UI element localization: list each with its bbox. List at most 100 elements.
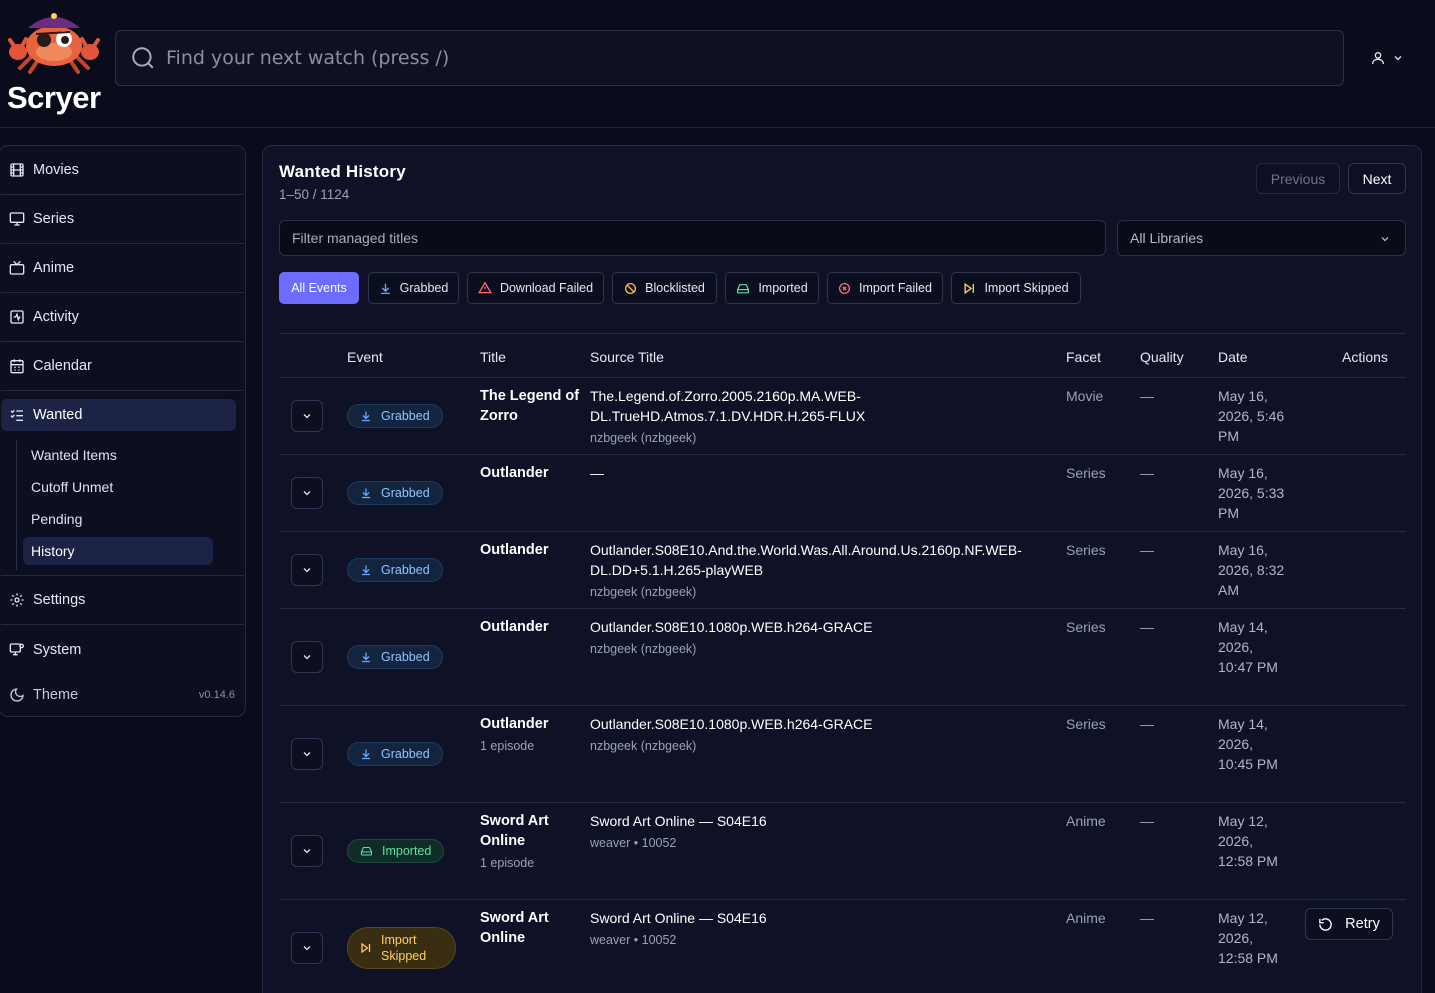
expand-row-button[interactable] [291, 932, 323, 964]
sidebar-item-label: Wanted [33, 407, 83, 423]
column-event[interactable]: Event [347, 349, 383, 365]
row-title[interactable]: Outlander [480, 617, 580, 637]
row-title-text: Outlander [480, 716, 549, 732]
event-badge-import-skipped: Import Skipped [347, 927, 456, 969]
column-quality[interactable]: Quality [1140, 349, 1184, 365]
sidebar-item-settings[interactable]: Settings [1, 576, 244, 625]
expand-row-button[interactable] [291, 641, 323, 673]
source-title-text: Outlander.S08E10.And.the.World.Was.All.A… [590, 542, 1022, 578]
event-badge-grabbed: Grabbed [347, 558, 443, 582]
row-quality: — [1140, 465, 1154, 481]
source-title-text: — [590, 465, 604, 481]
event-label: Import Skipped [381, 933, 427, 963]
library-select-value: All Libraries [1130, 230, 1204, 246]
calendar-icon [9, 358, 25, 374]
event-badge-imported: Imported [347, 839, 445, 863]
source-title-text: Outlander.S08E10.1080p.WEB.h264-GRACE [590, 716, 873, 732]
activity-icon [9, 309, 25, 325]
next-button[interactable]: Next [1348, 163, 1406, 194]
chip-import-failed[interactable]: Import Failed [827, 272, 943, 304]
sidebar-item-wanted[interactable]: Wanted [1, 399, 236, 431]
column-source-title[interactable]: Source Title [590, 349, 664, 365]
event-label: Grabbed [381, 650, 430, 664]
row-title[interactable]: Outlander [480, 540, 580, 560]
row-date: May 14, 2026, 10:45 PM [1218, 716, 1278, 772]
expand-row-button[interactable] [291, 554, 323, 586]
library-select[interactable]: All Libraries [1117, 220, 1406, 256]
rotate-ccw-icon [1319, 917, 1332, 931]
row-title-text: Outlander [480, 542, 549, 558]
subnav-history[interactable]: History [23, 537, 213, 565]
indexer-text: nzbgeek (nzbgeek) [590, 431, 697, 445]
source-title-text: Outlander.S08E10.1080p.WEB.h264-GRACE [590, 619, 873, 635]
chip-label: Grabbed [399, 281, 449, 295]
expand-row-button[interactable] [291, 738, 323, 770]
sidebar-item-activity[interactable]: Activity [1, 293, 244, 342]
chevron-down-icon [303, 752, 311, 757]
chip-import-skipped[interactable]: Import Skipped [951, 272, 1081, 304]
event-label: Grabbed [381, 409, 430, 423]
table-row: Grabbed The Legend of Zorro The.Legend.o… [279, 378, 1406, 455]
row-title-text: Outlander [480, 619, 549, 635]
event-label: Grabbed [381, 486, 430, 500]
source-title-text: Sword Art Online — S04E16 [590, 813, 767, 829]
row-title[interactable]: Outlander 1 episode [480, 714, 580, 756]
monitor-icon [9, 211, 25, 227]
sidebar-item-movies[interactable]: Movies [1, 146, 244, 195]
expand-row-button[interactable] [291, 477, 323, 509]
table-row: Grabbed Outlander — Series — May 16, 202… [279, 455, 1406, 532]
moon-icon [9, 687, 25, 703]
search-icon [132, 47, 154, 69]
table-row: Grabbed Outlander Outlander.S08E10.1080p… [279, 609, 1406, 706]
subnav-pending[interactable]: Pending [23, 505, 213, 533]
row-title-sub: 1 episode [480, 856, 535, 870]
row-title[interactable]: The Legend of Zorro [480, 386, 580, 426]
chip-download-failed[interactable]: Download Failed [467, 272, 604, 304]
download-icon [362, 652, 370, 663]
row-quality: — [1140, 813, 1154, 829]
row-source-title: Outlander.S08E10.And.the.World.Was.All.A… [590, 540, 1050, 602]
event-label: Grabbed [381, 747, 430, 761]
chip-all-events[interactable]: All Events [279, 272, 359, 304]
sidebar: Movies Series Anime Activity Calendar Wa… [0, 145, 246, 717]
search-bar[interactable] [115, 30, 1344, 86]
retry-label: Retry [1345, 916, 1380, 932]
theme-toggle[interactable]: Theme v0.14.6 [1, 676, 244, 714]
row-title[interactable]: Sword Art Online 1 episode [480, 811, 580, 873]
gear-icon [9, 592, 25, 608]
search-input[interactable] [166, 47, 1343, 69]
warning-triangle-icon [477, 281, 492, 295]
row-facet: Anime [1066, 910, 1106, 926]
expand-row-button[interactable] [291, 835, 323, 867]
row-title[interactable]: Outlander [480, 463, 580, 483]
row-source-title: Sword Art Online — S04E16 weaver • 10052 [590, 811, 1050, 853]
download-icon [362, 488, 370, 499]
list-check-icon [9, 407, 25, 423]
user-menu-button[interactable] [1370, 46, 1412, 70]
indexer-text: weaver • 10052 [590, 836, 677, 850]
sidebar-item-calendar[interactable]: Calendar [1, 342, 244, 391]
subnav-cutoff-unmet[interactable]: Cutoff Unmet [23, 473, 213, 501]
expand-row-button[interactable] [291, 400, 323, 432]
row-title[interactable]: Sword Art Online [480, 908, 580, 948]
sidebar-item-anime[interactable]: Anime [1, 244, 244, 293]
row-facet: Anime [1066, 813, 1106, 829]
filter-titles-input[interactable] [279, 220, 1106, 256]
previous-button[interactable]: Previous [1256, 163, 1340, 194]
page-title: Wanted History [279, 162, 406, 181]
chip-imported[interactable]: Imported [725, 272, 819, 304]
column-facet[interactable]: Facet [1066, 349, 1101, 365]
x-circle-icon [838, 282, 851, 295]
sidebar-item-series[interactable]: Series [1, 195, 244, 244]
retry-button[interactable]: Retry [1305, 908, 1393, 940]
subnav-wanted-items[interactable]: Wanted Items [23, 441, 213, 469]
sidebar-item-system[interactable]: System [1, 625, 244, 674]
chip-blocklisted[interactable]: Blocklisted [612, 272, 717, 304]
chip-grabbed[interactable]: Grabbed [368, 272, 459, 304]
column-date[interactable]: Date [1218, 349, 1248, 365]
chip-label: Download Failed [499, 281, 594, 295]
sidebar-item-label: Activity [33, 309, 79, 325]
row-facet: Series [1066, 619, 1106, 635]
sidebar-item-label: System [33, 641, 82, 658]
column-title[interactable]: Title [480, 349, 506, 365]
